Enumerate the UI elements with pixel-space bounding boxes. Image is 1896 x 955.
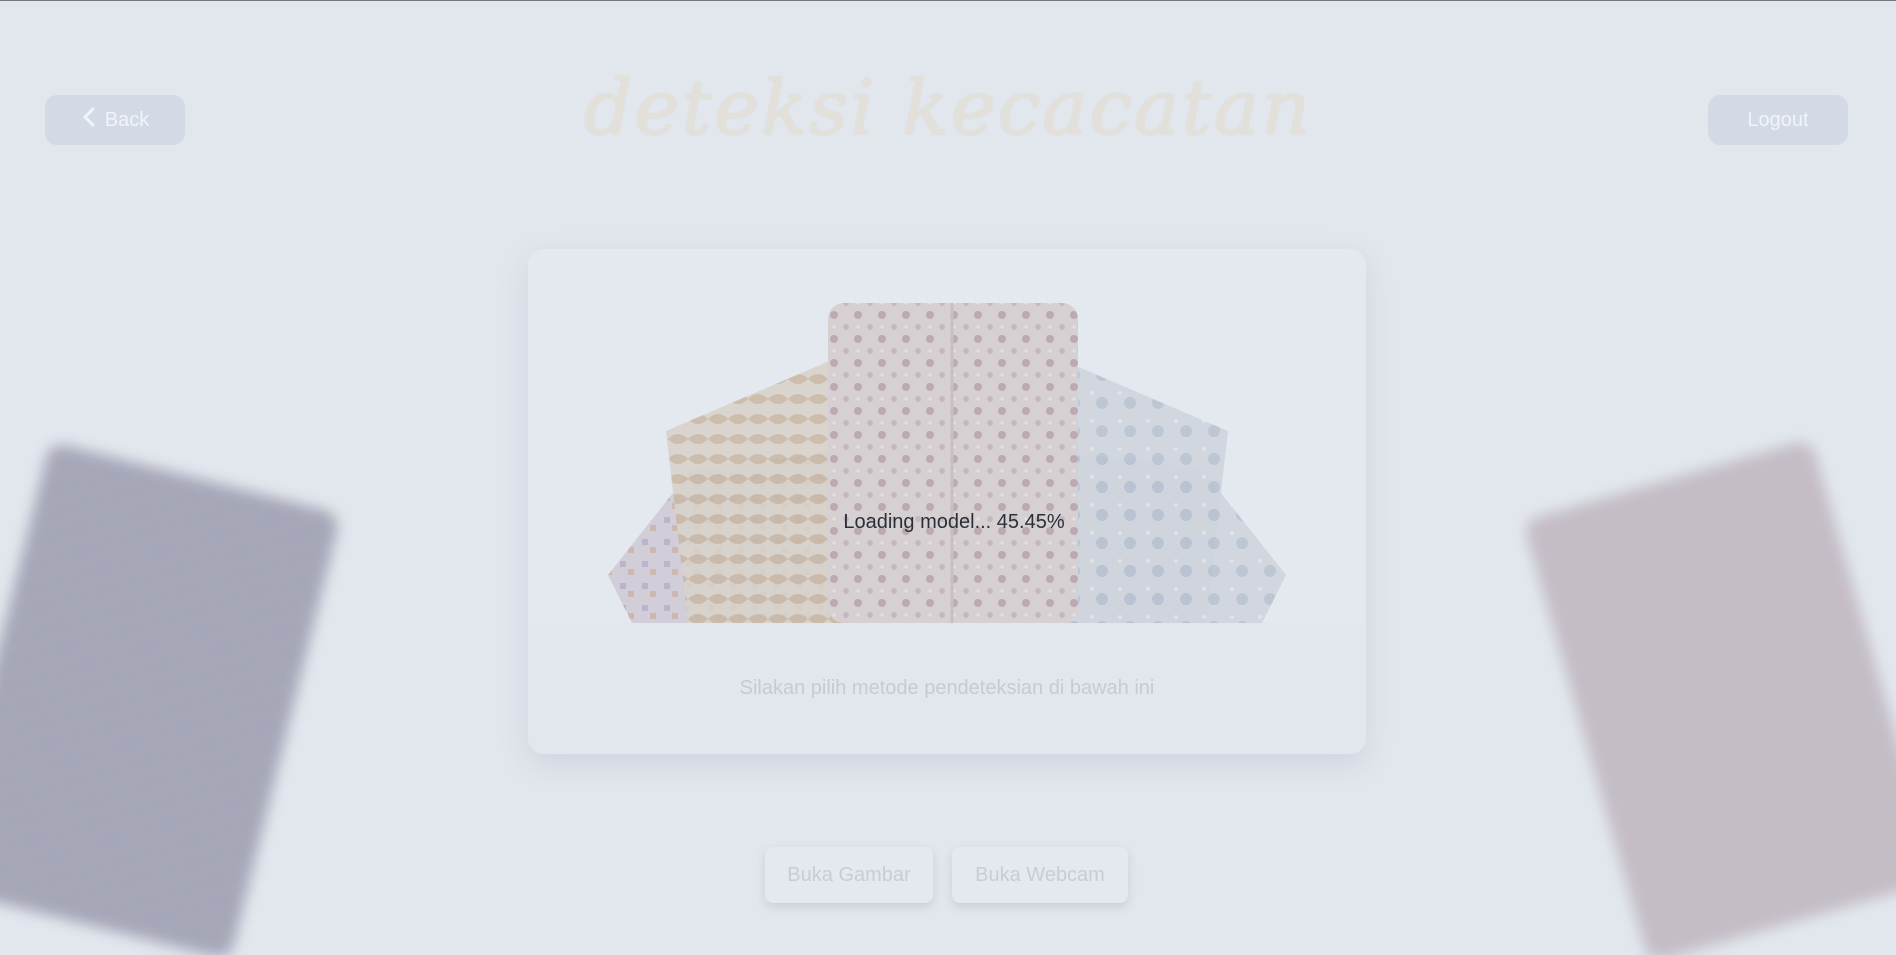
background-batik-image-right: [1522, 438, 1896, 955]
page-title: deteksi kecacatan: [583, 63, 1313, 152]
loading-progress-text: Loading model... 45.45%: [843, 511, 1065, 533]
loading-overlay-page: Back deteksi kecacatan Logout Silakan pi…: [0, 0, 1896, 955]
spinner-icon: [908, 445, 980, 507]
open-webcam-button[interactable]: Buka Webcam: [952, 847, 1128, 903]
open-image-button[interactable]: Buka Gambar: [765, 847, 933, 903]
instruction-text: Silakan pilih metode pendeteksian di baw…: [739, 677, 1155, 699]
loading-indicator: Loading model... 45.45%: [528, 441, 1380, 551]
background-batik-image-left: [0, 441, 342, 955]
logout-button[interactable]: Logout: [1708, 95, 1848, 145]
batik-cards-fan-image: [608, 303, 1286, 623]
